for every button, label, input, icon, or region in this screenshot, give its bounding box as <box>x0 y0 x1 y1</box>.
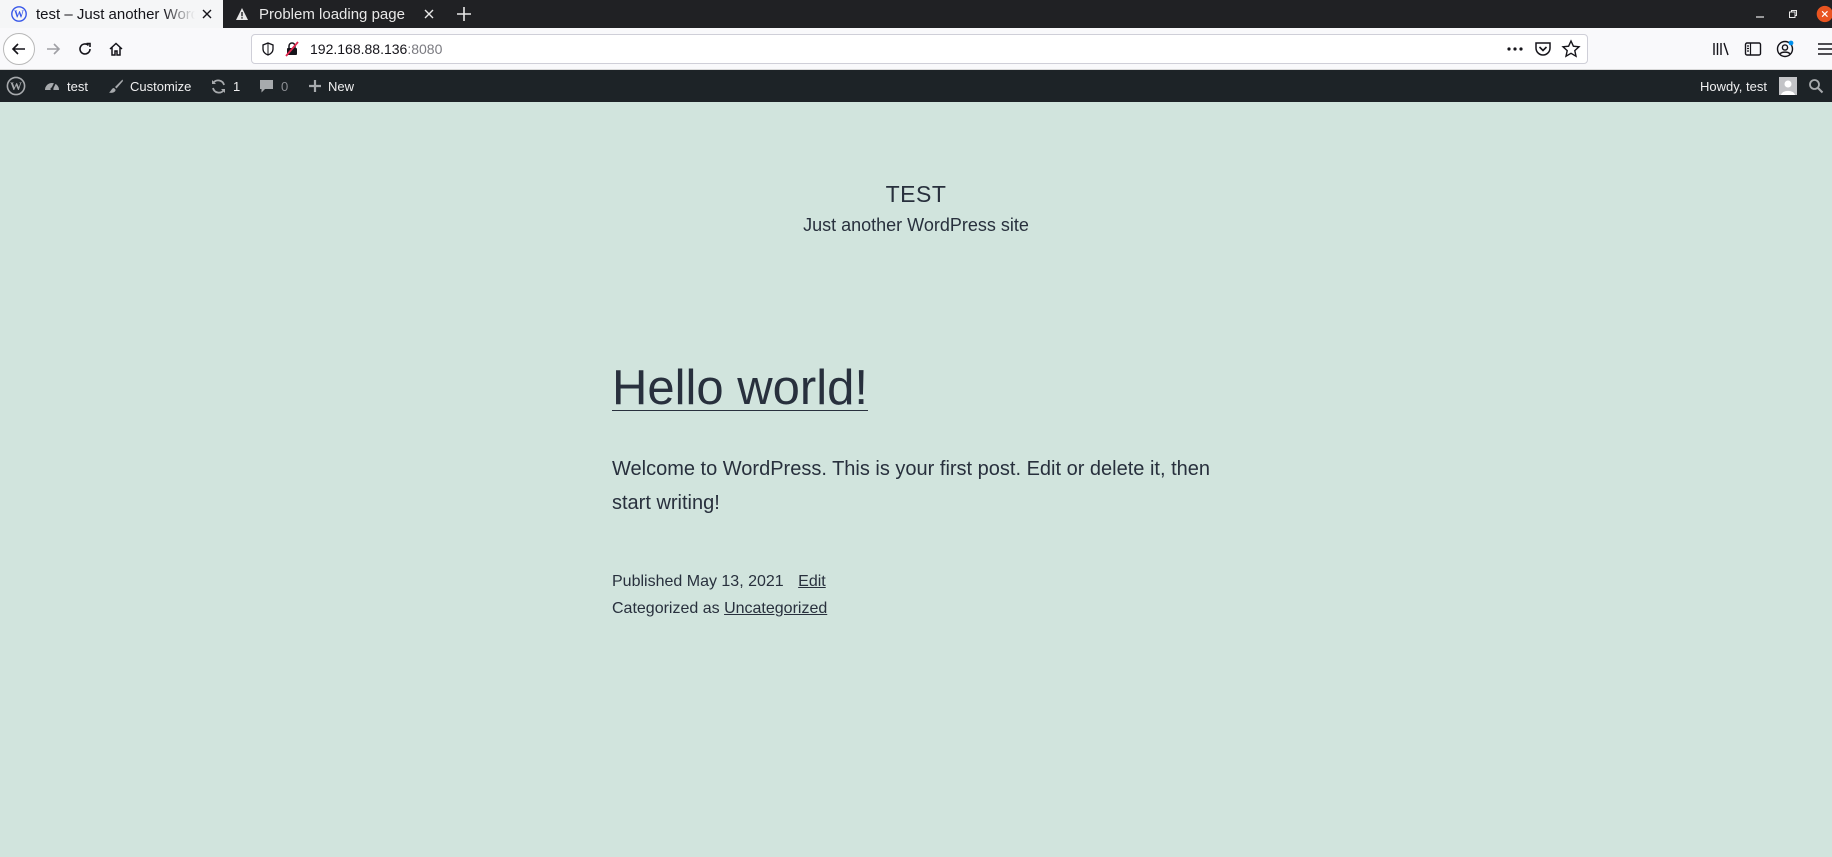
post-published-meta: Published May 13, 2021 Edit <box>612 573 826 591</box>
reload-icon <box>79 42 91 55</box>
wordpress-logo-icon: W <box>6 76 26 96</box>
updates-refresh-icon <box>212 78 225 94</box>
arrow-left-icon <box>11 43 25 55</box>
sidebar-icon <box>1744 42 1762 56</box>
close-tab-icon[interactable] <box>195 2 219 26</box>
library-button[interactable] <box>1708 36 1734 62</box>
insecure-connection-icon[interactable] <box>282 39 302 59</box>
svg-text:W: W <box>14 10 24 21</box>
categorized-prefix: Categorized as <box>612 600 720 617</box>
post-body: Welcome to WordPress. This is your first… <box>612 458 1211 514</box>
site-tagline: Just another WordPress site <box>803 215 1029 235</box>
updates-count: 1 <box>233 78 241 94</box>
site-title[interactable]: TEST <box>0 181 1832 208</box>
minimize-button[interactable] <box>1745 0 1775 28</box>
close-window-button[interactable] <box>1814 0 1832 28</box>
plus-icon <box>309 80 321 92</box>
avatar <box>1778 77 1797 95</box>
svg-text:W: W <box>10 79 22 93</box>
back-button[interactable] <box>3 33 35 65</box>
customize-menu[interactable]: Customize <box>108 70 191 102</box>
bookmark-star-icon[interactable] <box>1561 39 1581 64</box>
browser-tab-strip: W test – Just another WordPress site Pro… <box>0 0 1832 28</box>
account-button[interactable] <box>1772 36 1798 62</box>
account-icon <box>1776 40 1794 58</box>
customize-label: Customize <box>130 78 192 94</box>
published-date: May 13, 2021 <box>686 573 784 590</box>
restore-icon <box>1789 10 1797 18</box>
minimize-icon <box>1756 16 1764 18</box>
url-host: 192.168.88.136 <box>310 41 408 57</box>
tab-title: Problem loading page <box>259 5 405 23</box>
close-tab-icon[interactable] <box>417 2 441 26</box>
edit-post-link[interactable]: Edit <box>798 573 826 590</box>
home-icon <box>109 42 123 56</box>
reload-button[interactable] <box>69 33 101 65</box>
restore-button[interactable] <box>1778 0 1808 28</box>
comments-count: 0 <box>281 78 289 94</box>
navigation-toolbar: 192.168.88.136:8080 <box>0 28 1832 70</box>
hamburger-menu-icon <box>1818 43 1832 55</box>
search-icon <box>1809 79 1824 94</box>
close-window-icon <box>1816 5 1832 23</box>
post-title-link[interactable]: Hello world! <box>612 360 868 416</box>
page-actions-icon[interactable] <box>1505 39 1525 64</box>
wp-logo-menu[interactable]: W <box>6 70 26 102</box>
howdy-label: Howdy, test <box>1700 78 1767 94</box>
url-bar[interactable]: 192.168.88.136:8080 <box>251 34 1588 64</box>
user-silhouette-icon <box>1780 80 1795 95</box>
category-link[interactable]: Uncategorized <box>724 600 827 617</box>
new-label: New <box>328 78 355 94</box>
tab-title: test – Just another WordPress site <box>36 5 195 23</box>
plus-icon <box>457 7 471 21</box>
home-button[interactable] <box>100 33 132 65</box>
updates-menu[interactable]: 1 <box>210 70 240 102</box>
shield-icon[interactable] <box>258 39 278 59</box>
forward-button[interactable] <box>37 33 69 65</box>
sidebar-button[interactable] <box>1740 36 1766 62</box>
new-content-menu[interactable]: New <box>308 70 354 102</box>
site-name-label: test <box>67 78 88 94</box>
comments-menu[interactable]: 0 <box>258 70 288 102</box>
admin-search-button[interactable] <box>1808 70 1824 102</box>
wp-admin-bar: W test Customize 1 0 New Howdy, test <box>0 70 1832 102</box>
tab-wordpress[interactable]: W test – Just another WordPress site <box>0 0 223 28</box>
new-tab-button[interactable] <box>449 0 479 28</box>
menu-button[interactable] <box>1814 36 1832 62</box>
arrow-right-icon <box>47 43 61 55</box>
published-prefix: Published <box>612 573 683 590</box>
tab-problem-loading[interactable]: Problem loading page <box>223 0 445 28</box>
my-account-menu[interactable]: Howdy, test <box>1700 70 1797 102</box>
warning-icon <box>233 5 251 23</box>
url-port: :8080 <box>407 41 443 57</box>
site-name-menu[interactable]: test <box>43 70 88 102</box>
dashboard-gauge-icon <box>45 82 59 91</box>
url-bar-actions <box>1505 39 1581 64</box>
url-text: 192.168.88.136:8080 <box>310 41 442 57</box>
library-icon <box>1713 42 1729 56</box>
pocket-icon[interactable] <box>1533 39 1553 64</box>
wordpress-icon: W <box>10 5 28 23</box>
comment-bubble-icon <box>260 79 273 92</box>
paintbrush-icon <box>109 79 123 93</box>
post-category-meta: Categorized as Uncategorized <box>612 600 827 618</box>
